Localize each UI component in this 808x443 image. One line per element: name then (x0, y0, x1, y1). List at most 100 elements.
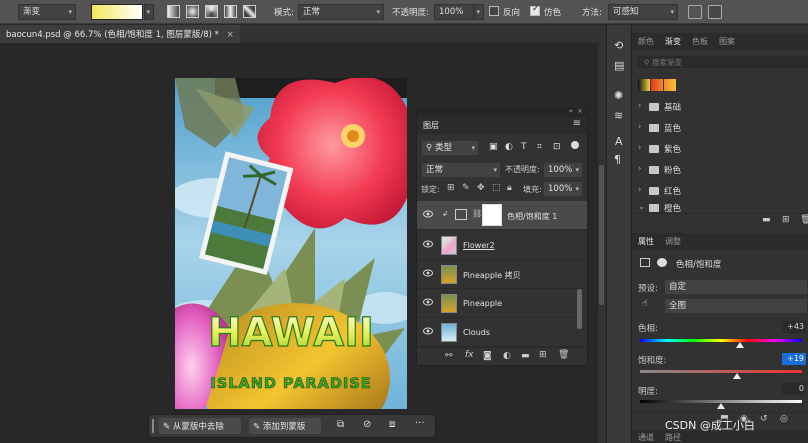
filter-smart-icon[interactable]: ⊡ (553, 142, 561, 152)
mode-select[interactable]: 正常 ▾ (298, 4, 384, 20)
tab-paths[interactable]: 路径 (665, 432, 681, 443)
gradient-search-input[interactable]: ⚲ 搜索渐变 (638, 56, 808, 68)
visibility-eye-icon[interactable] (423, 240, 433, 248)
gradient-group-orange[interactable]: ⌄ 橙色 (632, 201, 808, 213)
layers-scrollbar[interactable] (577, 289, 582, 329)
visibility-eye-icon[interactable]: ◎ (780, 414, 788, 424)
method-select[interactable]: 可感知 ▾ (608, 4, 678, 20)
tab-gradients[interactable]: 渐变 (665, 36, 681, 47)
lock-transparency-icon[interactable]: ⊞ (447, 183, 455, 193)
opacity-input[interactable]: 100% (434, 4, 474, 20)
close-tab-icon[interactable]: × (227, 30, 234, 40)
gradient-group-red[interactable]: › 红色 (632, 181, 808, 201)
gradient-group-purple[interactable]: › 紫色 (632, 139, 808, 159)
add-mask-icon[interactable]: ◙ (483, 351, 492, 361)
remove-from-mask-button[interactable]: ✎ 从蒙版中去除 (159, 418, 241, 434)
collapse-icon[interactable]: « (569, 107, 573, 115)
linear-gradient-icon[interactable] (167, 5, 180, 18)
history-icon[interactable]: ⟲ (614, 39, 623, 52)
reset-icon[interactable]: ↺ (760, 414, 768, 424)
hue-value-input[interactable]: +43 (782, 321, 806, 333)
mask-icon[interactable] (657, 258, 667, 267)
lock-position-icon[interactable]: ✥ (477, 183, 485, 193)
hue-slider-track[interactable] (640, 339, 802, 342)
gradient-group-blue[interactable]: › 蓝色 (632, 118, 808, 138)
layer-filter-select[interactable]: ⚲ 类型 ▾ (421, 140, 479, 156)
new-adjustment-icon[interactable]: ◐ (503, 351, 511, 361)
gradient-group-basic[interactable]: › 基础 (632, 97, 808, 117)
recent-gradient-swatch[interactable] (651, 79, 663, 91)
filter-type-icon[interactable]: T (521, 142, 527, 152)
opacity-arrow[interactable]: ▾ (474, 4, 484, 20)
reverse-checkbox[interactable] (489, 6, 499, 16)
recent-gradient-swatch[interactable] (664, 79, 676, 91)
delete-mask-icon[interactable]: ⧈ (389, 419, 395, 430)
visibility-eye-icon[interactable] (423, 269, 433, 277)
lock-artboard-icon[interactable]: ⬚ (492, 183, 501, 193)
tab-adjustments[interactable]: 调整 (665, 236, 681, 247)
gradient-preview[interactable] (91, 4, 143, 20)
close-icon[interactable]: × (577, 107, 583, 115)
lock-image-icon[interactable]: ✎ (462, 183, 470, 193)
tab-layers[interactable]: 图层 (423, 120, 439, 131)
layer-row-flower2[interactable]: Flower2 (417, 231, 587, 260)
panel-menu-icon[interactable]: ≡ (573, 118, 581, 129)
tab-patterns[interactable]: 图案 (719, 36, 735, 47)
gradient-group-pink[interactable]: › 粉色 (632, 160, 808, 180)
add-to-mask-button[interactable]: ✎ 添加到蒙版 (249, 418, 321, 434)
fx-icon[interactable]: fx (465, 350, 474, 360)
visibility-eye-icon[interactable] (423, 298, 433, 306)
link-icon[interactable]: ⛓ (472, 209, 482, 218)
more-options-button[interactable]: ··· (415, 418, 425, 429)
recent-gradient-swatch[interactable] (638, 79, 650, 91)
filter-adjustment-icon[interactable]: ◐ (505, 142, 513, 152)
preset-select[interactable]: 自定 (664, 279, 808, 295)
new-layer-icon[interactable]: ⊞ (539, 350, 547, 360)
tool-preset-picker[interactable]: 渐变 ▾ (18, 4, 76, 20)
invert-mask-icon[interactable]: ⊘ (363, 419, 371, 430)
tab-properties[interactable]: 属性 (638, 236, 654, 247)
layer-row-clouds[interactable]: Clouds (417, 318, 587, 347)
filter-shape-icon[interactable]: ⌗ (537, 142, 542, 152)
character-icon[interactable]: A (615, 135, 623, 148)
layer-row-pineapple-copy[interactable]: Pineapple 拷贝 (417, 260, 587, 289)
angle-gradient-icon[interactable] (205, 5, 218, 18)
layer-opacity-input[interactable]: 100% ▾ (543, 162, 583, 178)
poster-canvas[interactable]: HAWAII ISLAND PARADISE (175, 78, 407, 409)
canvas-scrollbar[interactable] (599, 165, 604, 305)
saturation-value-input[interactable]: +19 (782, 353, 806, 365)
lightness-value-input[interactable]: 0 (782, 383, 806, 395)
comment-icon[interactable]: ▤ (614, 59, 624, 72)
radial-gradient-icon[interactable] (186, 5, 199, 18)
blend-mode-select[interactable]: 正常 ▾ (421, 162, 501, 178)
hue-slider-knob[interactable] (736, 342, 745, 348)
targeted-adjust-hand-icon[interactable]: ☝ (642, 299, 647, 309)
tab-color[interactable]: 颜色 (638, 36, 654, 47)
new-group-icon[interactable]: ▬ (762, 215, 771, 225)
new-group-icon[interactable]: ▬ (521, 351, 530, 361)
link-layers-icon[interactable]: ⚯ (445, 351, 453, 361)
levels-icon[interactable]: ≋ (614, 109, 623, 122)
lock-all-icon[interactable]: 🔒︎ (507, 183, 512, 193)
trash-icon[interactable]: 🗑︎ (558, 350, 569, 360)
mask-properties-icon[interactable]: ⧉ (337, 419, 344, 430)
diamond-gradient-icon[interactable] (243, 5, 256, 18)
tab-channels[interactable]: 通道 (638, 432, 654, 443)
layer-row-hue-saturation[interactable]: ↲ ⛓ 色相/饱和度 1 (417, 201, 587, 230)
tab-swatches[interactable]: 色板 (692, 36, 708, 47)
filter-toggle-icon[interactable] (571, 141, 579, 149)
paragraph-icon[interactable]: ¶ (614, 153, 621, 166)
layer-mask-thumbnail[interactable] (482, 204, 502, 226)
drag-handle[interactable] (152, 419, 154, 433)
new-gradient-icon[interactable]: ⊞ (782, 215, 790, 225)
brightness-icon[interactable]: ✺ (614, 89, 623, 102)
visibility-eye-icon[interactable] (423, 327, 433, 335)
lightness-slider-knob[interactable] (717, 403, 725, 409)
saturation-slider-track[interactable] (640, 370, 802, 373)
gradient-settings-button[interactable] (688, 5, 702, 19)
fill-input[interactable]: 100% ▾ (543, 181, 583, 197)
channel-select[interactable]: 全图 (664, 298, 808, 314)
trash-icon[interactable]: 🗑︎ (800, 215, 808, 225)
reflected-gradient-icon[interactable] (224, 5, 237, 18)
dither-checkbox[interactable]: ✓ (530, 4, 540, 16)
